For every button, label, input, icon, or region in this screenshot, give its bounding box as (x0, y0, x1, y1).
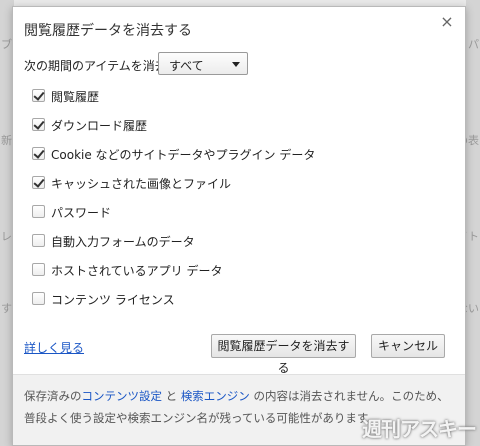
checkbox[interactable] (32, 205, 45, 218)
checkbox[interactable] (32, 263, 45, 276)
option-label: 自動入力フォームのデータ (51, 235, 195, 249)
chevron-down-icon (232, 62, 240, 67)
period-label: 次の期間のアイテムを消去: (24, 59, 171, 73)
footer-text-part: 保存済みの (24, 389, 82, 403)
dialog-title: 閲覧履歴データを消去する (24, 23, 192, 39)
option-label: パスワード (51, 206, 112, 220)
search-engines-link[interactable]: 検索エンジン (181, 389, 250, 403)
background-text-fragment: ブ (1, 38, 12, 51)
checkbox[interactable] (32, 176, 45, 189)
background-text-fragment: レ (1, 230, 12, 243)
watermark-logo: 週刊アスキー (362, 417, 477, 441)
background-text-fragment: パ (468, 38, 479, 51)
clear-data-button[interactable]: 閲覧履歴データを消去する (211, 334, 356, 375)
background-text-fragment: す (1, 302, 12, 315)
footer-text-part: と (165, 389, 178, 403)
content-settings-link[interactable]: コンテンツ設定 (82, 389, 163, 403)
option-label: 閲覧履歴 (51, 90, 100, 104)
option-label: Cookie などのサイトデータやプラグイン データ (51, 148, 316, 162)
background-right-strip (466, 0, 480, 446)
period-select-value: すべて (169, 59, 204, 73)
checkbox[interactable] (32, 292, 45, 305)
checkbox[interactable] (32, 147, 45, 160)
cancel-button[interactable]: キャンセル (371, 334, 445, 358)
period-select[interactable]: すべて (158, 52, 248, 75)
background-text-fragment: 新 (1, 134, 12, 147)
learn-more-link[interactable]: 詳しく見る (24, 339, 84, 356)
option-label: ダウンロード履歴 (51, 119, 148, 133)
checkbox[interactable] (32, 89, 45, 102)
option-label: キャッシュされた画像とファイル (51, 177, 232, 191)
clear-browsing-data-dialog: 閲覧履歴データを消去する × 次の期間のアイテムを消去: すべて 閲覧履歴 ダウ… (12, 6, 466, 446)
checkbox[interactable] (32, 118, 45, 131)
checkbox[interactable] (32, 234, 45, 247)
option-label: コンテンツ ライセンス (51, 293, 175, 307)
option-label: ホストされているアプリ データ (51, 264, 223, 278)
close-icon[interactable]: × (439, 13, 455, 31)
